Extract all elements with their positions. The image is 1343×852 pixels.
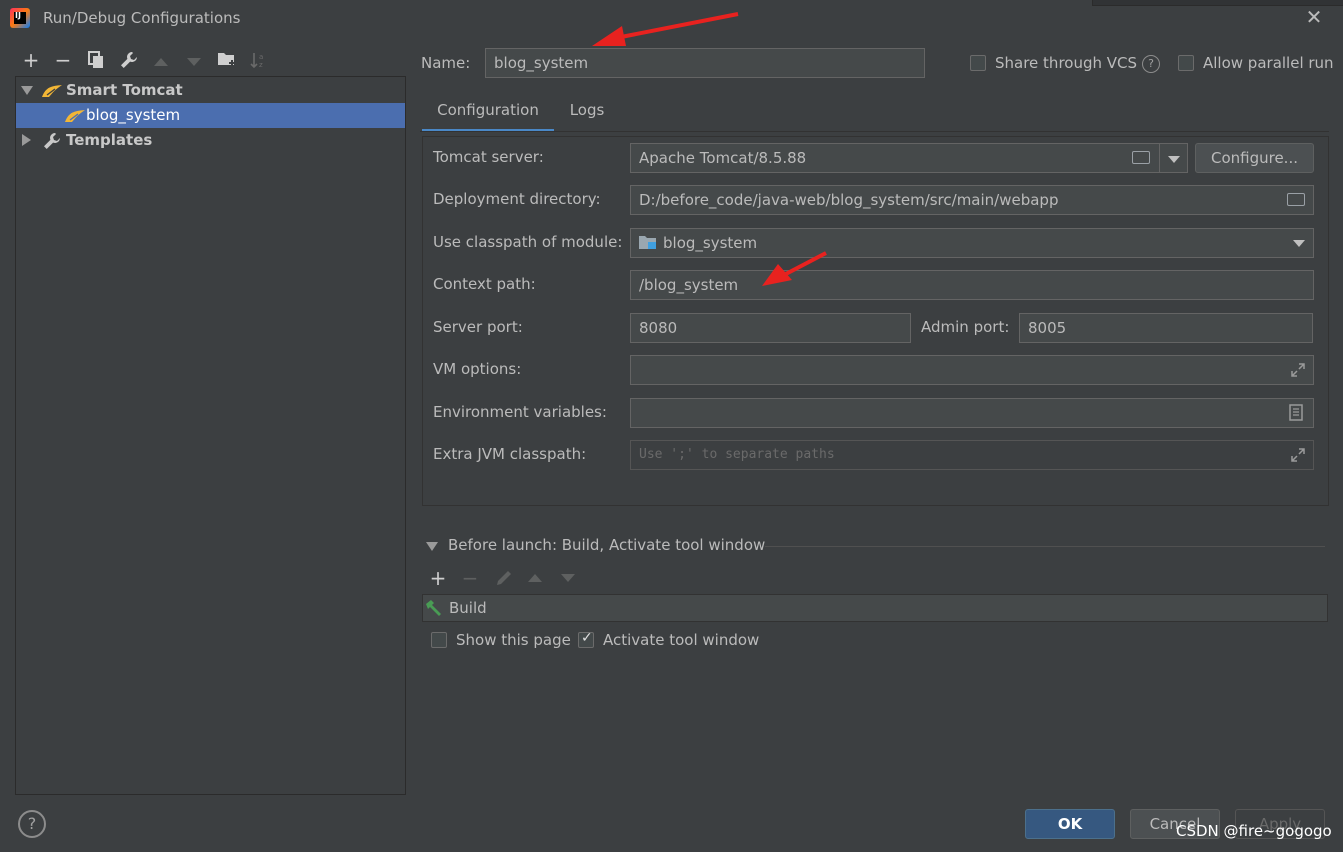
admin-port-label: Admin port: [921,318,1010,336]
annotation-arrow-context-path [762,251,827,286]
intellij-logo-icon: IJ [10,8,30,28]
context-path-label: Context path: [433,275,536,293]
tomcat-server-dropdown-button[interactable] [1159,143,1188,173]
tree-group-label: Smart Tomcat [66,81,183,99]
help-icon[interactable]: ? [1142,55,1160,73]
share-vcs-label: Share through VCS [995,54,1138,72]
tree-templates-label: Templates [66,131,153,149]
build-task-label: Build [449,599,487,617]
add-icon[interactable]: + [19,48,43,72]
annotation-arrow-name [592,12,739,46]
move-task-down-icon[interactable] [561,573,575,583]
tree-group-smart-tomcat[interactable]: Smart Tomcat [16,78,405,103]
vm-options-label: VM options: [433,360,522,378]
folder-icon[interactable] [1132,151,1150,164]
server-port-input[interactable]: 8080 [630,313,911,343]
tomcat-server-label: Tomcat server: [433,148,544,166]
environment-variables-input[interactable] [630,398,1314,428]
edit-task-icon[interactable] [495,569,513,587]
expanded-arrow-icon[interactable] [21,86,33,95]
chevron-down-icon [1168,156,1180,163]
sort-alpha-icon[interactable]: az [247,48,271,72]
extra-jvm-classpath-input[interactable]: Use ';' to separate paths [630,440,1314,470]
move-up-icon[interactable] [149,48,173,72]
before-launch-expand-icon[interactable] [426,542,438,551]
window-title: Run/Debug Configurations [43,9,241,27]
configuration-tree: Smart Tomcat blog_system Templates [15,76,406,795]
wrench-icon [44,133,60,149]
watermark: CSDN @fire~gogogo [1176,822,1332,840]
edit-env-icon[interactable] [1289,404,1303,421]
remove-icon[interactable]: − [51,48,75,72]
tab-logs[interactable]: Logs [560,96,614,132]
chevron-down-icon[interactable] [1293,240,1305,247]
new-folder-icon[interactable] [215,48,239,72]
classpath-module-label: Use classpath of module: [433,233,623,251]
collapsed-arrow-icon[interactable] [22,134,31,146]
environment-variables-label: Environment variables: [433,403,607,421]
show-page-label: Show this page [456,631,571,649]
deployment-directory-input[interactable]: D:/before_code/java-web/blog_system/src/… [630,185,1314,215]
add-task-icon[interactable]: + [426,566,450,590]
ok-button[interactable]: OK [1025,809,1115,839]
activate-tool-window-checkbox[interactable] [578,630,594,648]
show-page-checkbox[interactable] [431,632,447,648]
build-task-row[interactable] [422,594,1328,622]
before-launch-divider [765,546,1325,547]
configure-button[interactable]: Configure... [1195,143,1314,173]
copy-icon[interactable] [84,48,108,72]
context-path-input[interactable]: /blog_system [630,270,1314,300]
tree-item-blog-system[interactable]: blog_system [16,103,405,128]
hammer-icon [426,600,441,616]
deployment-directory-label: Deployment directory: [433,190,601,208]
wrench-icon[interactable] [117,48,141,72]
logo-text: IJ [15,11,21,20]
tree-item-label: blog_system [86,106,181,124]
admin-port-input[interactable]: 8005 [1019,313,1313,343]
expand-icon[interactable] [1290,362,1306,378]
svg-text:z: z [259,61,263,69]
tomcat-icon [42,85,62,97]
tomcat-icon [65,110,85,122]
tab-configuration[interactable]: Configuration [422,96,554,132]
close-icon[interactable]: ✕ [1303,6,1325,28]
parallel-run-checkbox[interactable] [1178,55,1194,71]
before-launch-header[interactable]: Before launch: Build, Activate tool wind… [448,536,765,554]
browse-folder-icon[interactable] [1287,193,1305,206]
classpath-module-select[interactable]: blog_system [630,228,1314,258]
help-button[interactable]: ? [18,810,46,838]
module-folder-icon [639,236,656,249]
tomcat-server-select[interactable]: Apache Tomcat/8.5.88 [630,143,1160,173]
svg-text:a: a [259,53,263,61]
remove-task-icon[interactable]: − [458,566,482,590]
parallel-run-label: Allow parallel run [1203,54,1334,72]
move-task-up-icon[interactable] [528,573,542,583]
extra-jvm-classpath-label: Extra JVM classpath: [433,445,587,463]
tree-group-templates[interactable]: Templates [16,128,405,153]
move-down-icon[interactable] [182,48,206,72]
name-label: Name: [421,54,471,72]
share-vcs-checkbox[interactable] [970,55,986,71]
tab-divider [420,131,1329,132]
vm-options-input[interactable] [630,355,1314,385]
name-input[interactable]: blog_system [485,48,925,78]
server-port-label: Server port: [433,318,523,336]
activate-tool-window-label: Activate tool window [603,631,760,649]
expand-icon[interactable] [1290,447,1306,463]
